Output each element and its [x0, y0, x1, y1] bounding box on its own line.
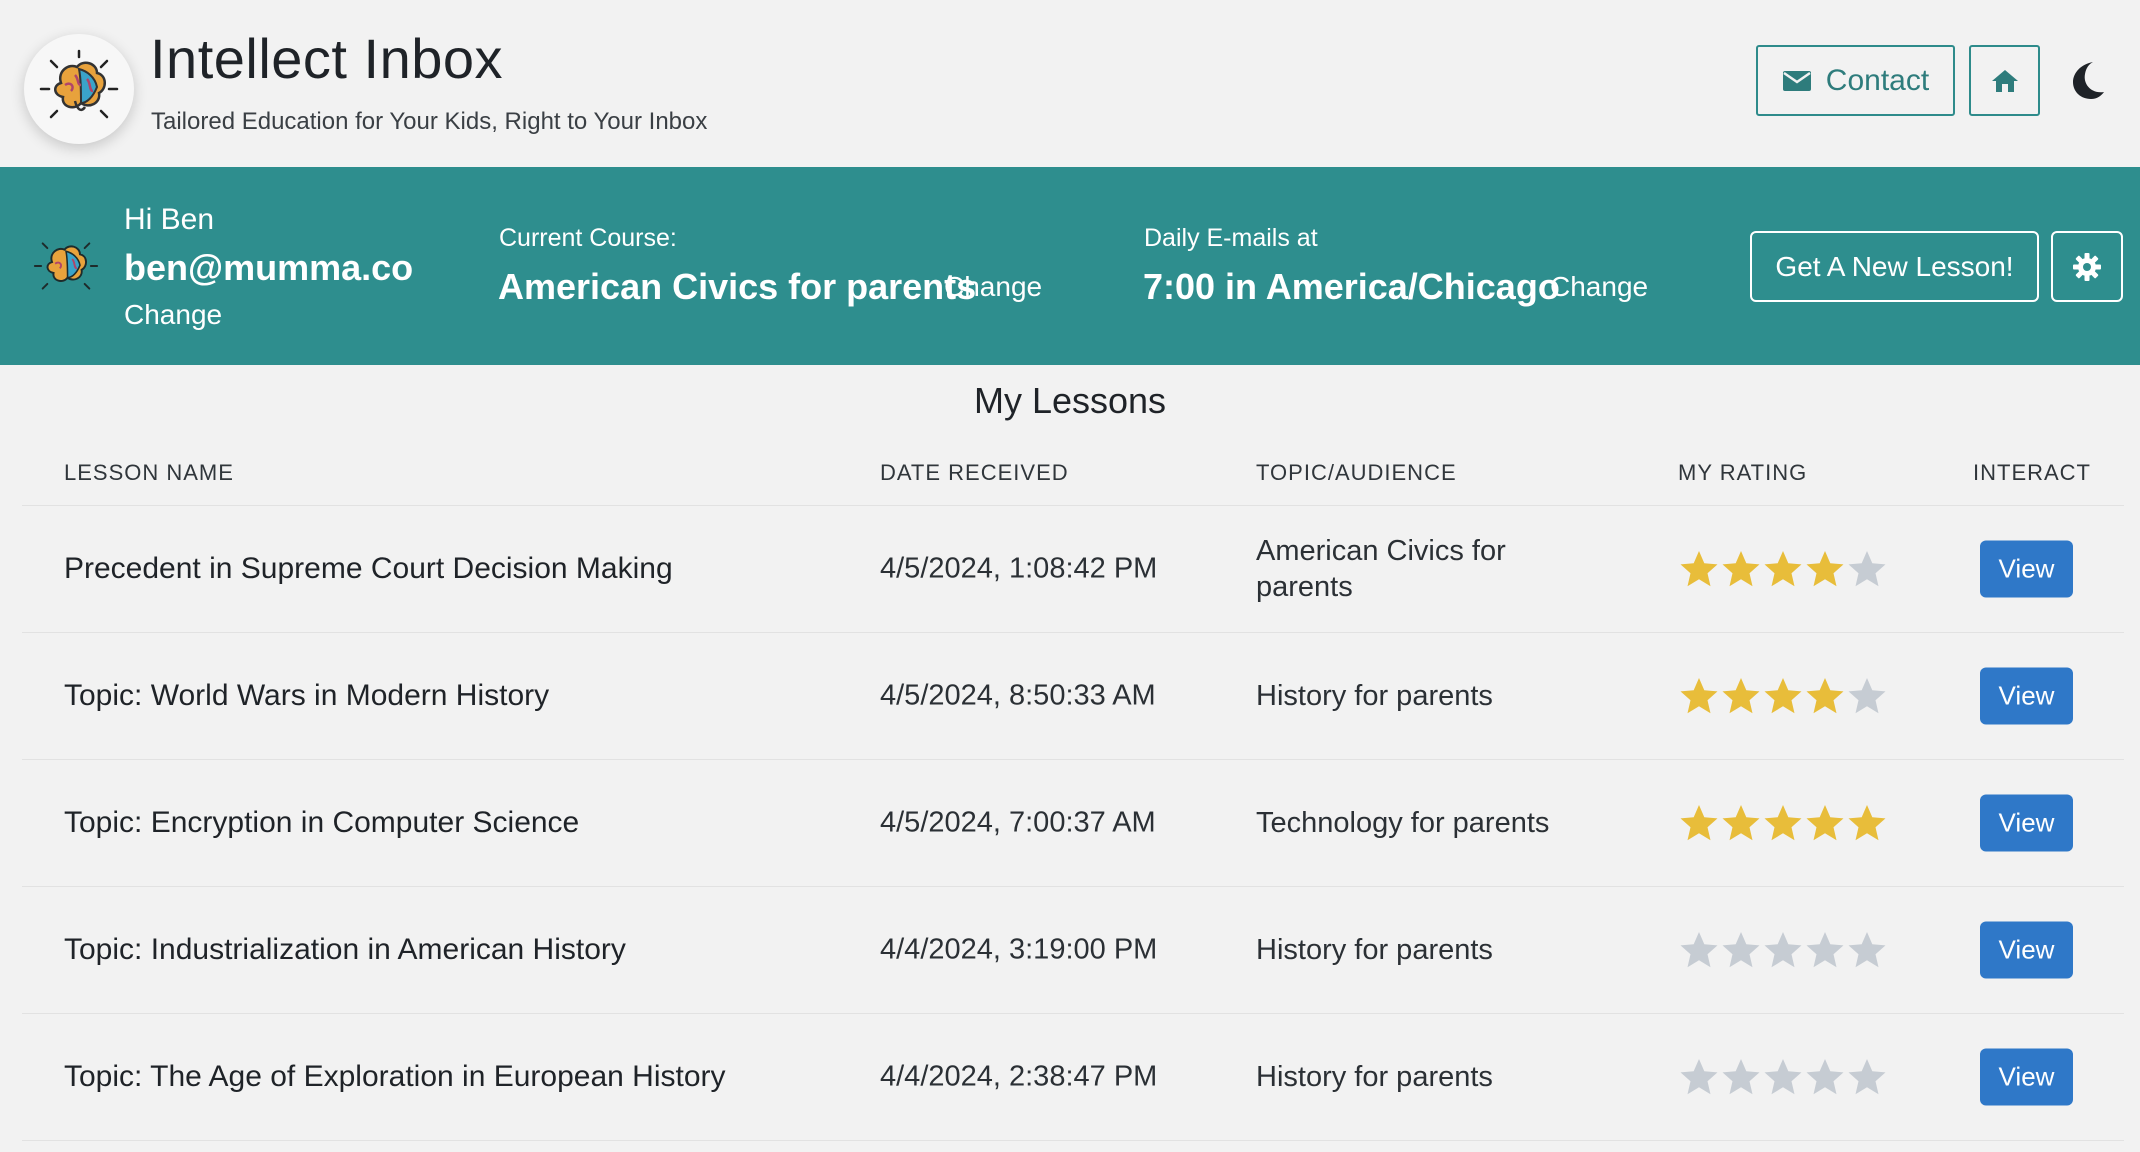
star-icon[interactable] — [1762, 929, 1804, 971]
lesson-date: 4/4/2024, 2:38:47 PM — [880, 1060, 1158, 1093]
lesson-date: 4/5/2024, 1:08:42 PM — [880, 552, 1158, 585]
brain-logo-icon[interactable] — [24, 34, 134, 144]
greeting: Hi Ben — [124, 203, 215, 236]
star-icon[interactable] — [1762, 675, 1804, 717]
lesson-topic: History for parents — [1256, 934, 1493, 966]
star-icon[interactable] — [1720, 548, 1762, 590]
table-header: LESSON NAME DATE RECEIVED TOPIC/AUDIENCE… — [22, 440, 2124, 506]
star-icon[interactable] — [1846, 1056, 1888, 1098]
contact-button[interactable]: Contact — [1756, 45, 1955, 116]
view-button[interactable]: View — [1980, 794, 2073, 852]
section-title: My Lessons — [973, 380, 1167, 421]
star-icon[interactable] — [1678, 675, 1720, 717]
lesson-name: Topic: World Wars in Modern History — [64, 679, 550, 712]
lesson-topic: Technology for parents — [1256, 807, 1550, 839]
lessons-table: LESSON NAME DATE RECEIVED TOPIC/AUDIENCE… — [22, 440, 2124, 1141]
settings-button[interactable] — [2051, 231, 2123, 302]
table-row: Topic: Encryption in Computer Science 4/… — [22, 760, 2124, 887]
star-icon[interactable] — [1720, 675, 1762, 717]
lesson-date: 4/5/2024, 8:50:33 AM — [880, 679, 1156, 712]
table-row: Precedent in Supreme Court Decision Maki… — [22, 506, 2124, 633]
star-icon[interactable] — [1678, 1056, 1720, 1098]
lesson-topic: American Civics for parents — [1256, 535, 1506, 603]
star-icon[interactable] — [1720, 1056, 1762, 1098]
view-button[interactable]: View — [1980, 540, 2073, 598]
star-icon[interactable] — [1804, 802, 1846, 844]
star-icon[interactable] — [1846, 548, 1888, 590]
star-icon[interactable] — [1762, 548, 1804, 590]
star-icon[interactable] — [1804, 675, 1846, 717]
home-button[interactable] — [1969, 45, 2040, 116]
star-icon[interactable] — [1678, 929, 1720, 971]
star-icon[interactable] — [1720, 802, 1762, 844]
contact-label: Contact — [1825, 63, 1930, 97]
column-header-topic: TOPIC/AUDIENCE — [1256, 460, 1457, 485]
table-row: Topic: World Wars in Modern History 4/5/… — [22, 633, 2124, 760]
gear-icon — [2073, 252, 2101, 281]
app-subtitle: Tailored Education for Your Kids, Right … — [151, 108, 708, 135]
star-icon[interactable] — [1804, 1056, 1846, 1098]
view-button[interactable]: View — [1980, 921, 2073, 979]
star-rating[interactable] — [1678, 929, 1888, 971]
column-header-date-received: DATE RECEIVED — [880, 460, 1069, 485]
course-value: American Civics for parents — [498, 266, 977, 307]
lesson-topic: History for parents — [1256, 680, 1493, 712]
get-new-lesson-button[interactable]: Get A New Lesson! — [1750, 231, 2039, 302]
star-rating[interactable] — [1678, 1056, 1888, 1098]
daily-email-time: 7:00 in America/Chicago — [1143, 266, 1560, 307]
column-header-rating: MY RATING — [1678, 460, 1808, 485]
brain-avatar-icon — [33, 242, 99, 290]
user-banner: Hi Ben ben@mumma.co Change Current Cours… — [0, 167, 2140, 365]
star-icon[interactable] — [1804, 548, 1846, 590]
star-icon[interactable] — [1846, 802, 1888, 844]
app-title: Intellect Inbox — [150, 27, 504, 90]
star-icon[interactable] — [1804, 929, 1846, 971]
change-account-link[interactable]: Change — [124, 299, 222, 331]
star-icon[interactable] — [1846, 929, 1888, 971]
table-row: Topic: The Age of Exploration in Europea… — [22, 1014, 2124, 1141]
star-icon[interactable] — [1678, 802, 1720, 844]
change-course-link[interactable]: Change — [944, 271, 1042, 303]
course-label: Current Course: — [499, 224, 677, 252]
star-icon[interactable] — [1762, 1056, 1804, 1098]
change-time-link[interactable]: Change — [1550, 271, 1648, 303]
star-rating[interactable] — [1678, 675, 1888, 717]
star-icon[interactable] — [1762, 802, 1804, 844]
lesson-name: Topic: The Age of Exploration in Europea… — [64, 1060, 726, 1093]
user-email: ben@mumma.co — [124, 247, 414, 288]
column-header-interact: INTERACT — [1973, 460, 2091, 485]
star-rating[interactable] — [1678, 548, 1888, 590]
star-icon[interactable] — [1846, 675, 1888, 717]
table-row: Topic: Industrialization in American His… — [22, 887, 2124, 1014]
moon-icon[interactable] — [2069, 60, 2105, 100]
envelope-icon — [1782, 70, 1811, 91]
star-icon[interactable] — [1720, 929, 1762, 971]
star-rating[interactable] — [1678, 802, 1888, 844]
lesson-topic: History for parents — [1256, 1061, 1493, 1093]
daily-email-label: Daily E-mails at — [1144, 224, 1318, 252]
lesson-date: 4/5/2024, 7:00:37 AM — [880, 806, 1156, 839]
column-header-lesson-name: LESSON NAME — [64, 460, 234, 485]
lesson-date: 4/4/2024, 3:19:00 PM — [880, 933, 1158, 966]
star-icon[interactable] — [1678, 548, 1720, 590]
lesson-name: Topic: Encryption in Computer Science — [64, 806, 580, 839]
lesson-name: Precedent in Supreme Court Decision Maki… — [64, 552, 673, 585]
top-header: Intellect Inbox Tailored Education for Y… — [0, 0, 2140, 167]
lesson-name: Topic: Industrialization in American His… — [64, 933, 626, 966]
home-icon — [1991, 69, 2018, 92]
view-button[interactable]: View — [1980, 1048, 2073, 1106]
view-button[interactable]: View — [1980, 667, 2073, 725]
